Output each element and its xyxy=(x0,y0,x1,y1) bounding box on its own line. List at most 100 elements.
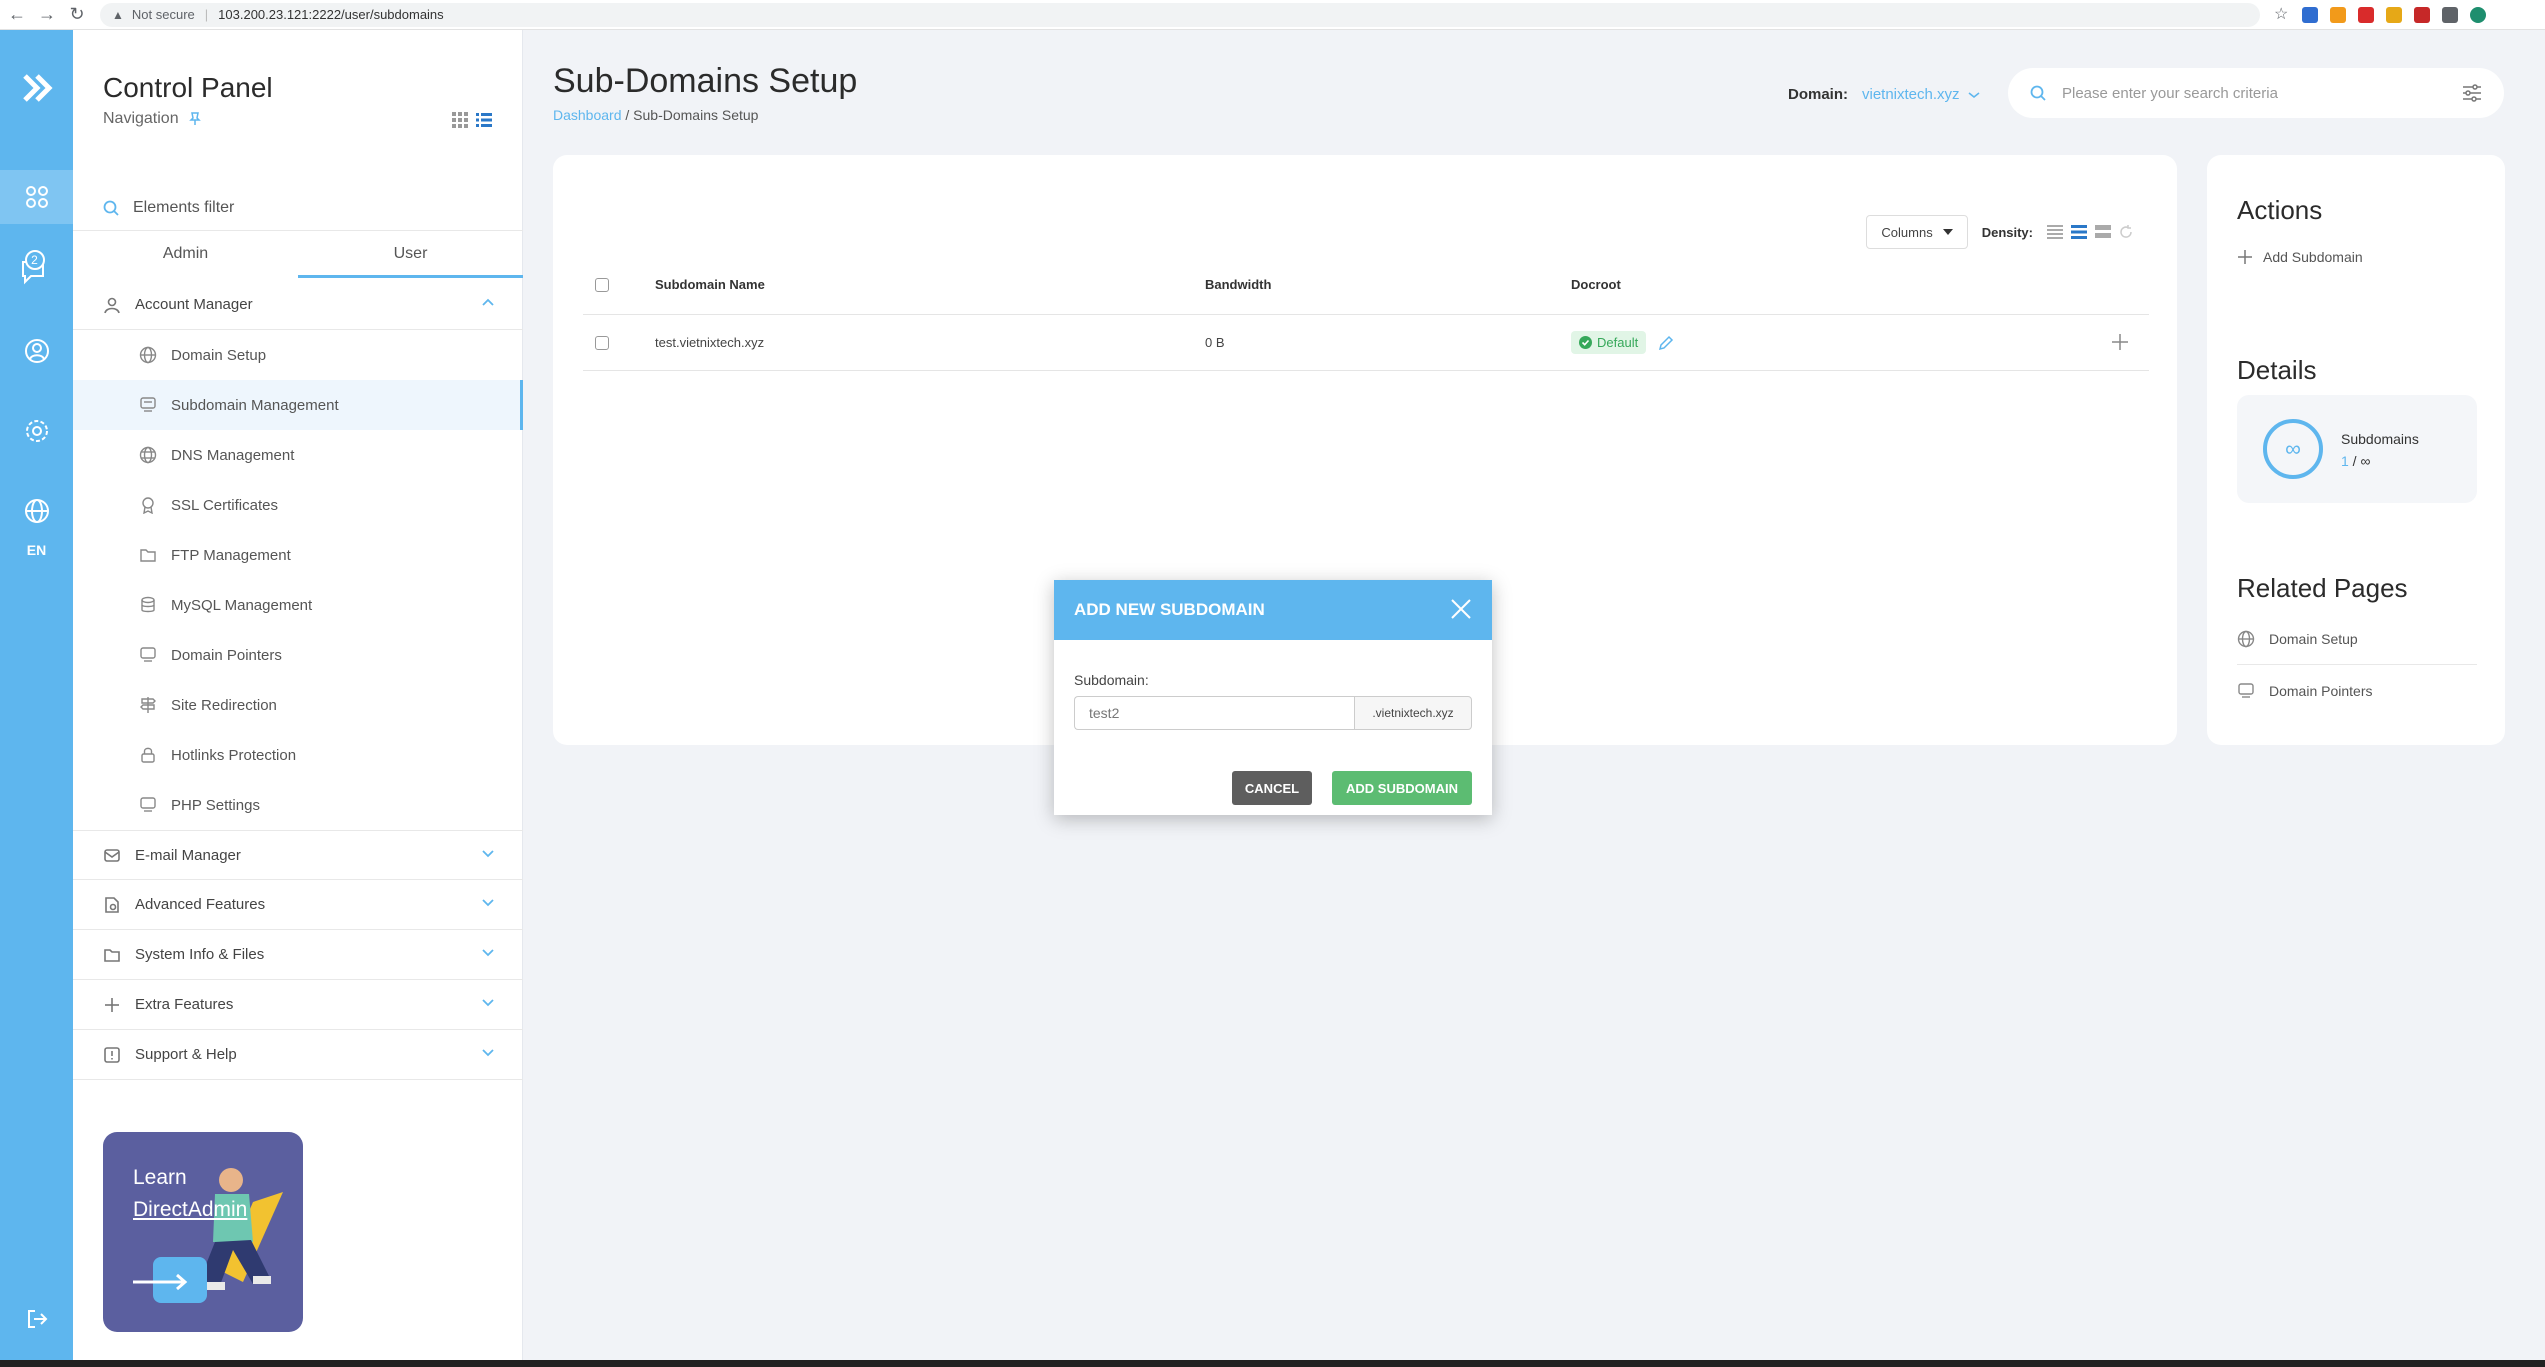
expand-row-icon[interactable] xyxy=(2111,333,2129,351)
forward-icon[interactable]: → xyxy=(34,2,60,28)
sidebar-group-system-info-files[interactable]: System Info & Files xyxy=(73,930,523,980)
chevron-down-icon[interactable] xyxy=(481,897,495,907)
user-icon[interactable] xyxy=(0,338,73,364)
taskbar-strip xyxy=(0,1360,2545,1367)
chevron-down-icon[interactable] xyxy=(481,947,495,957)
sidebar-group-label: Extra Features xyxy=(135,996,234,1013)
tab-admin[interactable]: Admin xyxy=(73,231,298,278)
chevron-down-icon[interactable] xyxy=(481,848,495,858)
messages-icon[interactable]: 2 xyxy=(0,250,73,286)
back-icon[interactable]: ← xyxy=(4,2,30,28)
sidebar-group-label: Support & Help xyxy=(135,1046,237,1063)
chevron-up-icon[interactable] xyxy=(481,297,495,307)
cancel-button[interactable]: CANCEL xyxy=(1232,771,1312,805)
sidebar-item-php-settings[interactable]: PHP Settings xyxy=(73,780,523,830)
sidebar-item-label: PHP Settings xyxy=(171,796,260,814)
sidebar-group-support-help[interactable]: Support & Help xyxy=(73,1030,523,1080)
list-view-icon[interactable] xyxy=(476,112,492,128)
breadcrumb-dashboard[interactable]: Dashboard xyxy=(553,107,622,123)
grid-view-icon[interactable] xyxy=(452,112,468,128)
sidebar-group-email-manager[interactable]: E-mail Manager xyxy=(73,830,523,880)
sidebar-group-extra-features[interactable]: Extra Features xyxy=(73,980,523,1030)
table-header: Subdomain Name Bandwidth Docroot xyxy=(583,255,2149,315)
docroot-value: Default xyxy=(1597,335,1639,350)
pin-icon[interactable] xyxy=(188,112,201,126)
subdomains-table: Subdomain Name Bandwidth Docroot test.vi… xyxy=(583,255,2149,371)
logout-icon[interactable] xyxy=(0,1308,73,1330)
column-header-bandwidth[interactable]: Bandwidth xyxy=(1205,277,1271,292)
density-standard-icon[interactable] xyxy=(2071,225,2087,239)
learn-directadmin-card[interactable]: Learn DirectAdmin xyxy=(103,1132,303,1332)
sidebar-item-mysql-management[interactable]: MySQL Management xyxy=(73,580,523,630)
elements-filter[interactable]: Elements filter xyxy=(103,190,503,226)
add-subdomain-action[interactable]: Add Subdomain xyxy=(2237,249,2363,265)
stat-limit: ∞ xyxy=(2360,453,2371,469)
extension-icon[interactable] xyxy=(2358,6,2374,23)
sidebar-item-dns-management[interactable]: DNS Management xyxy=(73,430,523,480)
sidebar-group-advanced-features[interactable]: Advanced Features xyxy=(73,880,523,930)
density-compact-icon[interactable] xyxy=(2047,225,2063,239)
search-input[interactable]: Please enter your search criteria xyxy=(2008,68,2504,118)
sidebar-item-label: Subdomain Management xyxy=(171,396,339,414)
mail-icon xyxy=(104,849,120,862)
filter-settings-icon[interactable] xyxy=(2462,84,2482,102)
help-icon xyxy=(104,1046,120,1063)
logo-icon[interactable] xyxy=(0,70,73,106)
related-page-domain-pointers[interactable]: Domain Pointers xyxy=(2237,665,2477,717)
extension-icon[interactable] xyxy=(2302,6,2318,23)
puzzle-icon[interactable] xyxy=(2442,6,2458,23)
close-icon[interactable] xyxy=(1450,598,1472,620)
chevron-down-icon[interactable] xyxy=(481,1047,495,1057)
docroot-cell: Default xyxy=(1571,331,1674,354)
dashboard-icon[interactable] xyxy=(0,170,73,224)
dialog-title: ADD NEW SUBDOMAIN xyxy=(1074,600,1265,619)
sidebar-item-domain-setup[interactable]: Domain Setup xyxy=(73,330,523,380)
extension-icon[interactable] xyxy=(2330,6,2346,23)
profile-avatar[interactable] xyxy=(2470,6,2486,23)
globe-icon xyxy=(2237,630,2255,647)
column-header-docroot[interactable]: Docroot xyxy=(1571,277,1621,292)
security-label: Not secure xyxy=(131,7,195,22)
star-icon[interactable]: ☆ xyxy=(2274,6,2290,23)
sidebar-subtitle: Navigation xyxy=(103,110,201,128)
column-header-subdomain-name[interactable]: Subdomain Name xyxy=(655,277,765,292)
address-bar[interactable]: ▲ Not secure | 103.200.23.121:2222/user/… xyxy=(100,2,2260,27)
subdomain-field[interactable] xyxy=(1074,696,1354,730)
language-globe-icon[interactable] xyxy=(0,498,73,524)
related-page-label: Domain Setup xyxy=(2269,630,2358,647)
refresh-icon[interactable] xyxy=(2119,225,2133,239)
tab-user[interactable]: User xyxy=(298,231,523,278)
chevron-down-icon[interactable] xyxy=(481,997,495,1007)
domain-suffix: .vietnixtech.xyz xyxy=(1354,696,1472,730)
related-pages-title: Related Pages xyxy=(2237,573,2408,603)
related-page-domain-setup[interactable]: Domain Setup xyxy=(2237,613,2477,665)
sidebar-group-label: Advanced Features xyxy=(135,896,266,913)
language-label[interactable]: EN xyxy=(0,542,73,558)
add-subdomain-button[interactable]: ADD SUBDOMAIN xyxy=(1332,771,1472,805)
sidebar-item-hotlinks-protection[interactable]: Hotlinks Protection xyxy=(73,730,523,780)
sidebar-item-subdomain-management[interactable]: Subdomain Management xyxy=(73,380,523,430)
sidebar-item-domain-pointers[interactable]: Domain Pointers xyxy=(73,630,523,680)
subdomain-field-label: Subdomain: xyxy=(1074,672,1149,688)
density-comfortable-icon[interactable] xyxy=(2095,225,2111,239)
sidebar-group-account-manager[interactable]: Account Manager xyxy=(73,280,523,330)
row-checkbox[interactable] xyxy=(595,335,609,350)
subdomains-stat: ∞ Subdomains 1 / ∞ xyxy=(2237,395,2477,503)
add-subdomain-dialog: ADD NEW SUBDOMAIN Subdomain: .vietnixtec… xyxy=(1054,580,1492,815)
extension-icon[interactable] xyxy=(2386,6,2402,23)
sidebar-item-ftp-management[interactable]: FTP Management xyxy=(73,530,523,580)
illustration-icon xyxy=(199,1168,283,1290)
sidebar-item-site-redirection[interactable]: Site Redirection xyxy=(73,680,523,730)
reload-icon[interactable]: ↻ xyxy=(64,2,90,28)
search-placeholder: Please enter your search criteria xyxy=(2062,84,2278,102)
sidebar-title: Control Panel xyxy=(103,72,273,103)
domain-dropdown[interactable]: vietnixtech.xyz xyxy=(1862,86,1980,103)
stat-used: 1 xyxy=(2341,453,2349,469)
pencil-icon[interactable] xyxy=(1658,335,1674,351)
select-all-checkbox[interactable] xyxy=(595,277,609,292)
extension-icon[interactable] xyxy=(2414,6,2430,23)
sidebar-item-ssl-certificates[interactable]: SSL Certificates xyxy=(73,480,523,530)
certificate-icon xyxy=(142,497,154,514)
settings-icon[interactable] xyxy=(0,418,73,444)
columns-button[interactable]: Columns xyxy=(1866,215,1968,249)
